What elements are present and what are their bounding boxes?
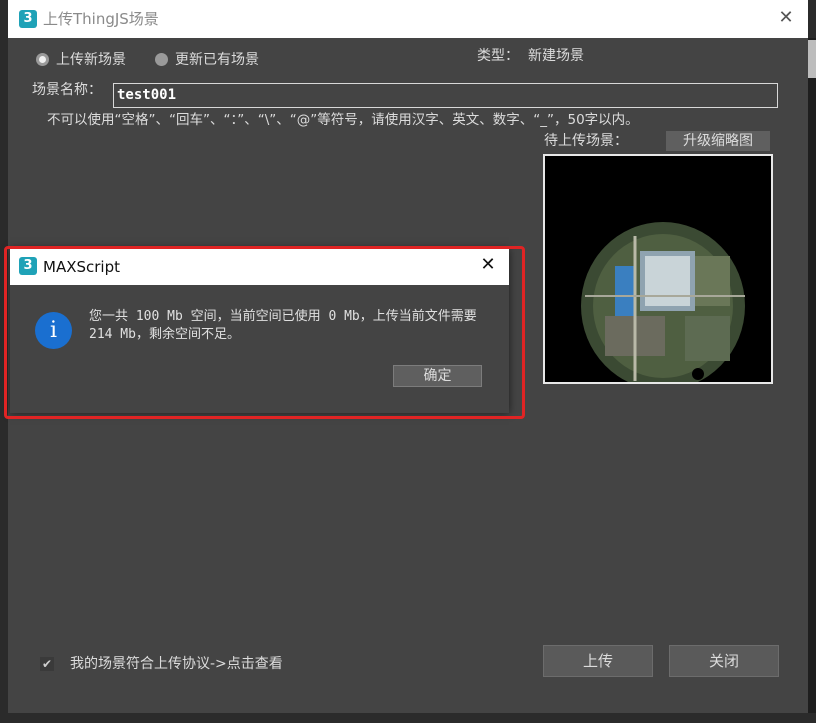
3dsmax-app-icon: 3 <box>19 10 37 28</box>
scene-name-label: 场景名称： <box>32 82 102 98</box>
radio-upload-new[interactable] <box>36 53 49 66</box>
close-button[interactable]: 关闭 <box>669 645 779 677</box>
window-close-icon[interactable]: ✕ <box>776 9 796 27</box>
scene-thumbnail <box>543 154 773 384</box>
dialog-highlight-box <box>4 246 525 419</box>
agreement-checkbox[interactable]: ✔ <box>40 657 54 671</box>
edge-scroll-mark <box>808 40 816 78</box>
type-label: 类型： <box>477 48 519 64</box>
scene-name-input[interactable]: test001 <box>113 83 778 108</box>
scene-thumbnail-image <box>581 222 745 382</box>
radio-upload-new-label: 上传新场景 <box>56 52 126 68</box>
naming-rule-text: 不可以使用“空格”、“回车”、“：”、“\”、“@”等符号，请使用汉字、英文、数… <box>47 112 639 128</box>
background-app-edge <box>808 38 816 713</box>
pending-scene-label: 待上传场景： <box>544 133 628 149</box>
upload-button[interactable]: 上传 <box>543 645 653 677</box>
type-value: 新建场景 <box>528 48 584 64</box>
upgrade-thumbnail-button[interactable]: 升级缩略图 <box>666 131 770 151</box>
window-title: 上传ThingJS场景 <box>43 10 159 28</box>
radio-update-existing-label: 更新已有场景 <box>175 52 259 68</box>
radio-update-existing[interactable] <box>155 53 168 66</box>
agreement-link[interactable]: 我的场景符合上传协议->点击查看 <box>70 655 283 673</box>
